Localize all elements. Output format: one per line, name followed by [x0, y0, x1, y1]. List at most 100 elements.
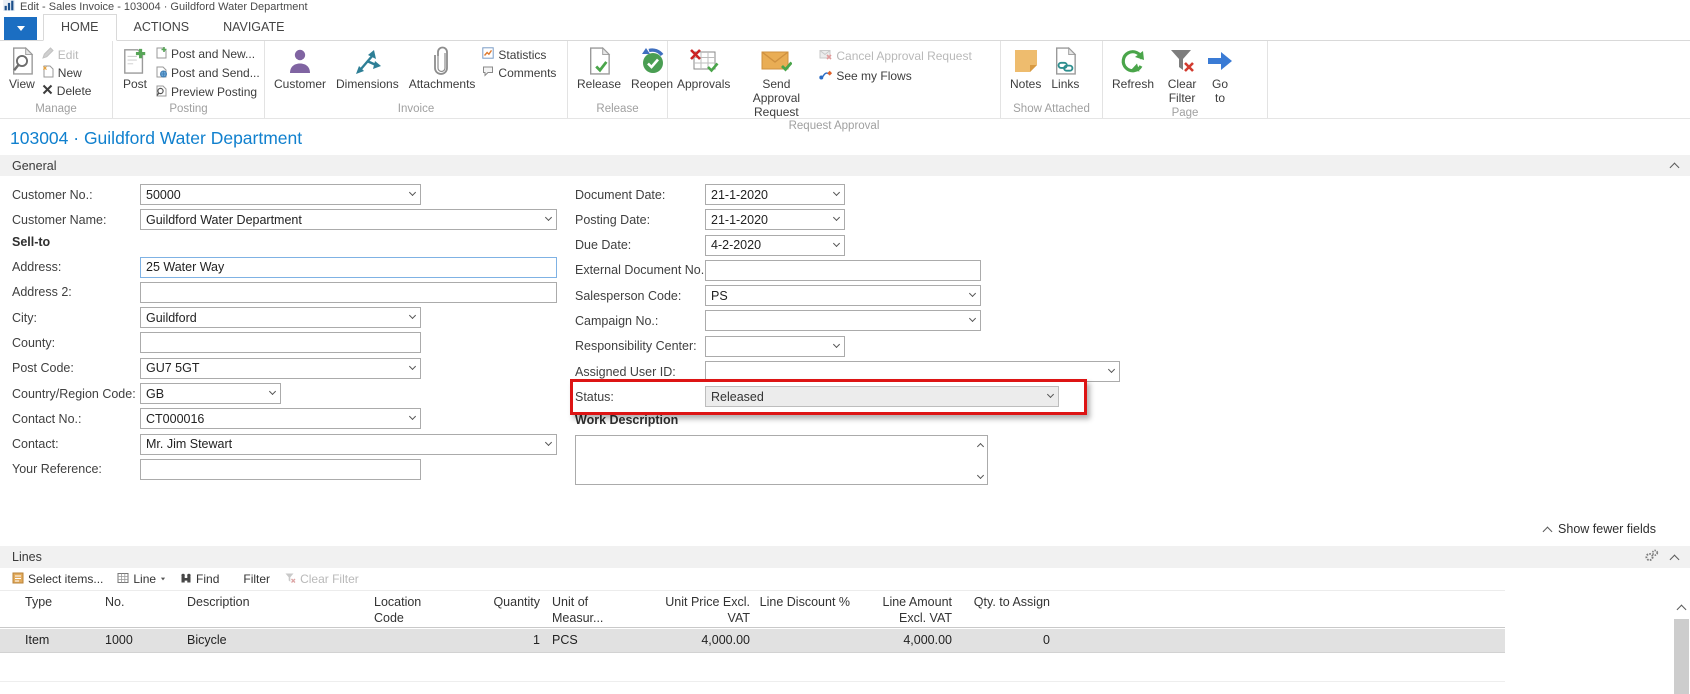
country-region-code-field[interactable]: GB — [140, 383, 281, 404]
post-button[interactable]: Post — [117, 43, 153, 102]
campaign-no-field[interactable] — [705, 310, 981, 331]
column-header-line-discount[interactable]: Line Discount % — [752, 591, 852, 627]
general-fields-area: Customer No.: 50000 Customer Name: Guild… — [0, 180, 1690, 510]
release-button[interactable]: Release — [572, 43, 626, 102]
due-date-field[interactable]: 4-2-2020 — [705, 235, 845, 256]
attachments-button[interactable]: Attachments — [404, 43, 481, 102]
see-my-flows-button[interactable]: See my Flows — [819, 69, 971, 83]
post-and-new-button[interactable]: Post and New... — [155, 46, 260, 62]
chevron-down-icon — [409, 312, 416, 319]
city-field[interactable]: Guildford — [140, 307, 421, 328]
address2-field[interactable] — [140, 282, 557, 303]
assigned-user-id-label: Assigned User ID: — [575, 365, 705, 379]
column-header-line-amount[interactable]: Line Amount Excl. VAT — [852, 591, 954, 627]
view-button[interactable]: View — [4, 43, 40, 102]
column-header-location-code[interactable]: Location Code — [360, 591, 480, 627]
line-menu-button[interactable]: Line — [113, 572, 170, 587]
customer-button[interactable]: Customer — [269, 43, 331, 102]
find-button[interactable]: Find — [176, 572, 223, 587]
collapse-general-icon[interactable] — [1670, 163, 1680, 173]
caret-down-icon — [161, 578, 165, 581]
ribbon-group-invoice: Customer Dimensions Attachments Statisti… — [265, 41, 568, 118]
show-fewer-fields-link[interactable]: Show fewer fields — [1544, 522, 1656, 536]
ribbon-group-request-approval: Approvals Send Approval Request Cancel A… — [668, 41, 1001, 118]
filter-button[interactable]: Filter — [239, 572, 274, 586]
general-section-header[interactable]: General — [0, 155, 1690, 176]
column-header-unit-price[interactable]: Unit Price Excl. VAT — [640, 591, 752, 627]
clear-filter-lines-button[interactable]: Clear Filter — [280, 572, 363, 587]
scroll-down-icon[interactable] — [977, 472, 984, 479]
tab-navigate[interactable]: NAVIGATE — [206, 15, 301, 40]
column-header-description[interactable]: Description — [175, 591, 360, 627]
external-document-no-label: External Document No.: — [575, 263, 705, 277]
chevron-down-icon — [833, 214, 840, 221]
customize-gear-icon[interactable] — [1644, 549, 1659, 565]
scrollbar-thumb[interactable] — [1674, 619, 1689, 694]
delete-button[interactable]: Delete — [42, 84, 92, 98]
approvals-button[interactable]: Approvals — [672, 43, 735, 119]
sales-invoice-window: Edit - Sales Invoice - 103004 · Guildfor… — [0, 0, 1690, 694]
lines-vertical-scrollbar[interactable] — [1673, 600, 1690, 694]
line-grid-icon — [117, 572, 129, 587]
contact-field[interactable]: Mr. Jim Stewart — [140, 434, 557, 455]
attachments-icon — [434, 46, 450, 76]
page-title: 103004 · Guildford Water Department — [10, 128, 302, 149]
post-and-new-icon — [155, 46, 167, 62]
column-header-unit-of-measure[interactable]: Unit of Measur... — [542, 591, 640, 627]
ribbon-group-release: Release Reopen Release — [568, 41, 668, 118]
column-header-type[interactable]: Type — [0, 591, 95, 627]
new-button[interactable]: New — [42, 65, 92, 81]
status-field: Released — [705, 386, 1059, 407]
post-code-field[interactable]: GU7 5GT — [140, 358, 421, 379]
work-description-field[interactable] — [575, 435, 988, 485]
scrollbar-up-arrow[interactable] — [1673, 600, 1690, 617]
preview-posting-icon — [155, 84, 167, 100]
comments-button[interactable]: Comments — [482, 65, 556, 80]
refresh-button[interactable]: Refresh — [1107, 43, 1159, 106]
address-field[interactable]: 25 Water Way — [140, 257, 557, 278]
salesperson-code-field[interactable]: PS — [705, 285, 981, 306]
dimensions-button[interactable]: Dimensions — [331, 43, 404, 102]
responsibility-center-field[interactable] — [705, 336, 845, 357]
send-approval-request-button[interactable]: Send Approval Request — [735, 43, 817, 119]
your-reference-field[interactable] — [140, 459, 421, 480]
select-items-button[interactable]: Select items... — [8, 572, 107, 587]
customer-name-field[interactable]: Guildford Water Department — [140, 209, 557, 230]
edit-button[interactable]: Edit — [42, 47, 92, 62]
responsibility-center-label: Responsibility Center: — [575, 339, 705, 353]
county-field[interactable] — [140, 332, 421, 353]
external-document-no-field[interactable] — [705, 260, 981, 281]
chevron-down-icon — [545, 439, 552, 446]
app-menu-button[interactable] — [4, 17, 37, 40]
table-row[interactable]: Item 1000 Bicycle 1 PCS 4,000.00 4,000.0… — [0, 629, 1505, 653]
document-date-field[interactable]: 21-1-2020 — [705, 184, 845, 205]
customer-no-field[interactable]: 50000 — [140, 184, 421, 205]
document-date-label: Document Date: — [575, 188, 705, 202]
refresh-icon — [1119, 46, 1147, 76]
clear-filter-icon — [1168, 46, 1196, 76]
post-and-send-button[interactable]: Post and Send... — [155, 65, 260, 81]
go-to-button[interactable]: Go to — [1205, 43, 1235, 106]
assigned-user-id-field[interactable] — [705, 361, 1120, 382]
notes-button[interactable]: Notes — [1005, 43, 1046, 102]
post-code-label: Post Code: — [12, 361, 140, 375]
collapse-lines-icon[interactable] — [1670, 554, 1680, 564]
contact-no-field[interactable]: CT000016 — [140, 408, 421, 429]
lines-section-header[interactable]: Lines — [0, 546, 1690, 568]
send-approval-request-icon — [760, 46, 792, 76]
links-button[interactable]: Links — [1046, 43, 1084, 102]
preview-posting-button[interactable]: Preview Posting — [155, 84, 260, 100]
clear-filter-button[interactable]: Clear Filter — [1159, 43, 1205, 106]
scroll-up-icon[interactable] — [977, 443, 984, 450]
column-header-quantity[interactable]: Quantity — [480, 591, 542, 627]
statistics-button[interactable]: Statistics — [482, 47, 556, 62]
chevron-down-icon — [545, 214, 552, 221]
due-date-label: Due Date: — [575, 238, 705, 252]
cancel-approval-request-button[interactable]: Cancel Approval Request — [819, 49, 971, 63]
column-header-qty-to-assign[interactable]: Qty. to Assign — [954, 591, 1052, 627]
tab-home[interactable]: HOME — [43, 14, 117, 41]
tab-actions[interactable]: ACTIONS — [117, 15, 207, 40]
column-header-no[interactable]: No. — [95, 591, 175, 627]
chevron-down-icon — [833, 189, 840, 196]
posting-date-field[interactable]: 21-1-2020 — [705, 209, 845, 230]
